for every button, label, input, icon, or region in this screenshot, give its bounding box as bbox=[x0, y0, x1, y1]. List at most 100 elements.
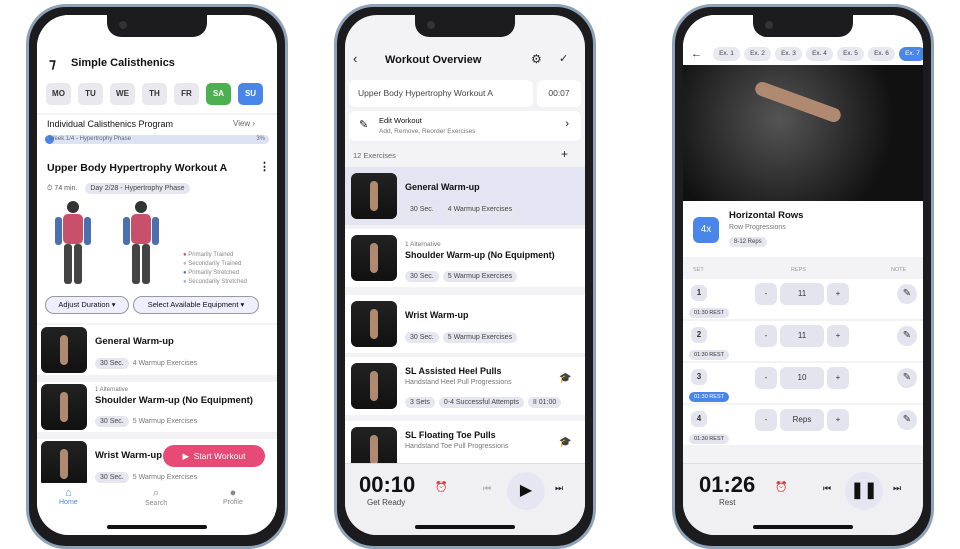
adjust-duration-dropdown[interactable]: Adjust Duration ▾ bbox=[45, 296, 129, 314]
pause-button[interactable]: ❚❚ bbox=[845, 472, 883, 510]
equipment-dropdown[interactable]: Select Available Equipment ▾ bbox=[133, 296, 259, 314]
settings-icon[interactable]: ⚙ bbox=[531, 52, 542, 66]
home-icon: ⌂ bbox=[65, 487, 72, 499]
exercise-thumbnail bbox=[351, 301, 397, 347]
set-row: 3 - 10 + ✎ 01:30 REST bbox=[683, 363, 923, 403]
start-workout-button[interactable]: ▶ Start Workout bbox=[163, 445, 265, 467]
exercise-thumbnail bbox=[41, 384, 87, 430]
day-we[interactable]: WE bbox=[110, 83, 135, 105]
previous-icon[interactable]: ⏮ bbox=[823, 483, 831, 494]
overview-screen: ‹ Workout Overview ⚙ ✓ Upper Body Hypert… bbox=[345, 15, 585, 535]
increase-reps-button[interactable]: + bbox=[827, 409, 849, 431]
back-icon[interactable]: ‹ bbox=[353, 51, 357, 66]
tab-ex-5[interactable]: Ex. 5 bbox=[837, 47, 864, 61]
note-edit-button[interactable]: ✎ bbox=[897, 410, 917, 430]
workout-name-field[interactable]: Upper Body Hypertrophy Workout A bbox=[349, 80, 533, 107]
add-exercise-icon[interactable]: + bbox=[561, 147, 568, 161]
day-tu[interactable]: TU bbox=[78, 83, 103, 105]
exercise-item[interactable]: 1 Alternative Shoulder Warm-up (No Equip… bbox=[345, 229, 585, 287]
day-mo[interactable]: MO bbox=[46, 83, 71, 105]
increase-reps-button[interactable]: + bbox=[827, 325, 849, 347]
session-screen: ← Ex. 1 Ex. 2 Ex. 3 Ex. 4 Ex. 5 Ex. 6 Ex. 7 4x… bbox=[683, 15, 923, 535]
home-screen: ⁊ Simple Calisthenics MO TU WE TH FR SA SU Ind… bbox=[37, 15, 277, 535]
reps-input[interactable]: Reps bbox=[780, 409, 824, 431]
exercise-count: 12 Exercises bbox=[353, 151, 396, 160]
rest-badge: 01:30 REST bbox=[689, 392, 729, 402]
previous-icon[interactable]: ⏮ bbox=[483, 483, 491, 494]
day-th[interactable]: TH bbox=[142, 83, 167, 105]
body-back bbox=[123, 201, 159, 284]
workout-timer: 00:07 bbox=[537, 80, 581, 107]
chevron-right-icon: › bbox=[565, 118, 569, 130]
decrease-reps-button[interactable]: - bbox=[755, 283, 777, 305]
check-icon[interactable]: ✓ bbox=[559, 52, 568, 65]
tab-ex-7[interactable]: Ex. 7 bbox=[899, 47, 923, 61]
play-button[interactable]: ▶ bbox=[507, 472, 545, 510]
more-icon[interactable]: ⋮ bbox=[259, 160, 270, 173]
increase-reps-button[interactable]: + bbox=[827, 283, 849, 305]
phone-home: ⁊ Simple Calisthenics MO TU WE TH FR SA SU Ind… bbox=[26, 4, 288, 549]
set-row: 4 - Reps + ✎ 01:30 REST bbox=[683, 405, 923, 445]
reps-input[interactable]: 11 bbox=[780, 283, 824, 305]
decrease-reps-button[interactable]: - bbox=[755, 325, 777, 347]
tab-ex-6[interactable]: Ex. 6 bbox=[868, 47, 895, 61]
exercise-item[interactable]: Wrist Warm-up 30 Sec. 5 Warmup Exercises bbox=[345, 295, 585, 353]
exercise-thumbnail bbox=[351, 173, 397, 219]
profile-icon: ● bbox=[229, 487, 237, 499]
nav-home[interactable]: ⌂ Home bbox=[59, 487, 78, 506]
sets-badge: 4x bbox=[693, 217, 719, 243]
nav-search[interactable]: ⌕ Search bbox=[145, 487, 167, 507]
app-title: Simple Calisthenics bbox=[71, 57, 175, 69]
progression-icon: 🎓 bbox=[559, 437, 572, 448]
decrease-reps-button[interactable]: - bbox=[755, 367, 777, 389]
tab-ex-1[interactable]: Ex. 1 bbox=[713, 47, 740, 61]
edit-workout-row[interactable]: ✎ Edit Workout Add, Remove, Reorder Exer… bbox=[349, 111, 581, 141]
exercise-video[interactable] bbox=[683, 65, 923, 201]
list-item[interactable]: 1 Alternative Shoulder Warm-up (No Equip… bbox=[37, 382, 277, 432]
program-view-link[interactable]: View › bbox=[233, 119, 255, 128]
muscle-legend: ● Primarily Trained ● Secondarily Traine… bbox=[183, 252, 247, 285]
workout-meta: ⏱ 74 min. Day 2/28 - Hypertrophy Phase bbox=[47, 183, 194, 194]
overview-title: Workout Overview bbox=[385, 54, 482, 66]
tab-ex-2[interactable]: Ex. 2 bbox=[744, 47, 771, 61]
exercise-item[interactable]: SL Assisted Heel Pulls Handstand Heel Pu… bbox=[345, 357, 585, 415]
alarm-icon[interactable]: ⏰ bbox=[775, 482, 787, 493]
exercise-thumbnail bbox=[41, 327, 87, 373]
alarm-icon[interactable]: ⏰ bbox=[435, 482, 447, 493]
body-front bbox=[55, 201, 91, 284]
workout-title: Upper Body Hypertrophy Workout A bbox=[47, 162, 228, 174]
list-item[interactable]: General Warm-up 30 Sec. 4 Warmup Exercise… bbox=[37, 325, 277, 375]
rest-badge: 01:30 REST bbox=[689, 308, 729, 318]
tab-ex-3[interactable]: Ex. 3 bbox=[775, 47, 802, 61]
search-icon: ⌕ bbox=[153, 487, 160, 499]
phone-session: ← Ex. 1 Ex. 2 Ex. 3 Ex. 4 Ex. 5 Ex. 6 Ex. 7 4x… bbox=[672, 4, 934, 549]
note-edit-button[interactable]: ✎ bbox=[897, 284, 917, 304]
decrease-reps-button[interactable]: - bbox=[755, 409, 777, 431]
set-row: 1 - 11 + ✎ 01:30 REST bbox=[683, 279, 923, 319]
day-sa[interactable]: SA bbox=[206, 83, 231, 105]
note-edit-button[interactable]: ✎ bbox=[897, 326, 917, 346]
note-edit-button[interactable]: ✎ bbox=[897, 368, 917, 388]
nav-profile[interactable]: ● Profile bbox=[223, 487, 243, 506]
day-fr[interactable]: FR bbox=[174, 83, 199, 105]
exercise-thumbnail bbox=[351, 363, 397, 409]
reps-input[interactable]: 10 bbox=[780, 367, 824, 389]
program-progress-bar: Week 1/4 - Hypertrophy Phase 3% bbox=[45, 135, 269, 144]
exercise-item[interactable]: General Warm-up 30 Sec. 4 Warmup Exercise… bbox=[345, 167, 585, 225]
tab-ex-4[interactable]: Ex. 4 bbox=[806, 47, 833, 61]
phone-overview: ‹ Workout Overview ⚙ ✓ Upper Body Hypert… bbox=[334, 4, 596, 549]
rest-badge: 01:30 REST bbox=[689, 434, 729, 444]
app-logo: ⁊ bbox=[49, 55, 56, 71]
next-icon[interactable]: ⏭ bbox=[555, 483, 563, 494]
set-row: 2 - 11 + ✎ 01:30 REST bbox=[683, 321, 923, 361]
muscle-map bbox=[55, 201, 159, 284]
reps-input[interactable]: 11 bbox=[780, 325, 824, 347]
program-title: Individual Calisthenics Program bbox=[47, 119, 174, 129]
day-su[interactable]: SU bbox=[238, 83, 263, 105]
back-arrow-icon[interactable]: ← bbox=[691, 48, 702, 60]
increase-reps-button[interactable]: + bbox=[827, 367, 849, 389]
rest-badge: 01:30 REST bbox=[689, 350, 729, 360]
progression-icon: 🎓 bbox=[559, 373, 572, 384]
exercise-thumbnail bbox=[41, 441, 87, 487]
next-icon[interactable]: ⏭ bbox=[893, 483, 901, 494]
